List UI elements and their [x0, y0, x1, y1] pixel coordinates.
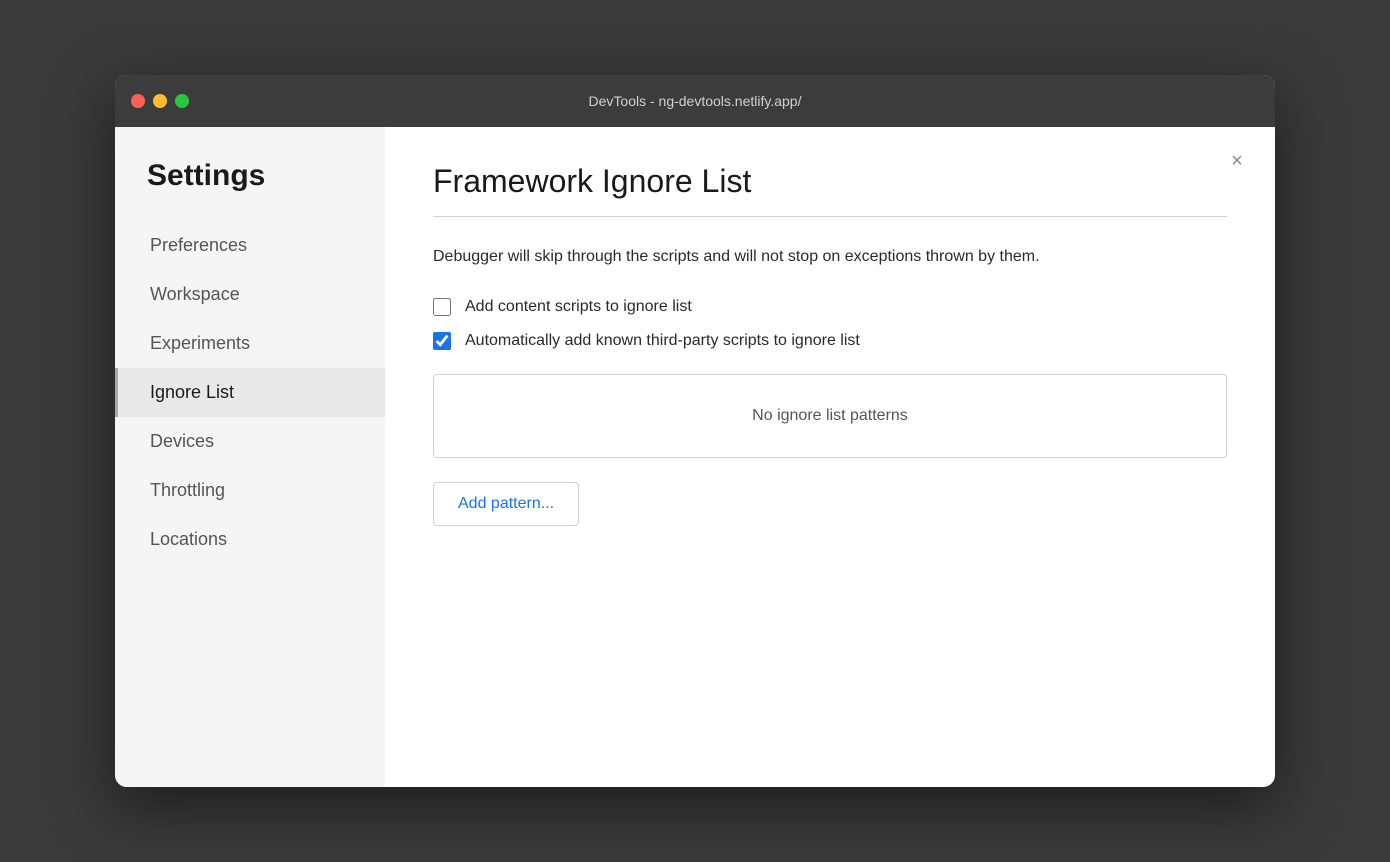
titlebar: DevTools - ng-devtools.netlify.app/: [115, 75, 1275, 127]
sidebar-item-workspace[interactable]: Workspace: [115, 270, 385, 319]
sidebar-item-label-devices: Devices: [150, 431, 214, 451]
sidebar-item-throttling[interactable]: Throttling: [115, 466, 385, 515]
content-scripts-checkbox[interactable]: [433, 298, 451, 316]
add-pattern-button[interactable]: Add pattern...: [433, 482, 579, 526]
traffic-lights: [131, 94, 189, 108]
main-content: × Framework Ignore List Debugger will sk…: [385, 127, 1275, 787]
minimize-traffic-light[interactable]: [153, 94, 167, 108]
close-traffic-light[interactable]: [131, 94, 145, 108]
sidebar-item-label-preferences: Preferences: [150, 235, 247, 255]
sidebar-heading: Settings: [115, 159, 385, 221]
sidebar-item-devices[interactable]: Devices: [115, 417, 385, 466]
sidebar-item-preferences[interactable]: Preferences: [115, 221, 385, 270]
sidebar: Settings Preferences Workspace Experimen…: [115, 127, 385, 787]
sidebar-item-label-experiments: Experiments: [150, 333, 250, 353]
content-area: Settings Preferences Workspace Experimen…: [115, 127, 1275, 787]
checkbox-row-third-party: Automatically add known third-party scri…: [433, 332, 1227, 350]
sidebar-item-ignore-list[interactable]: Ignore List: [115, 368, 385, 417]
sidebar-item-label-locations: Locations: [150, 529, 227, 549]
app-window: DevTools - ng-devtools.netlify.app/ Sett…: [115, 75, 1275, 787]
section-divider: [433, 216, 1227, 217]
maximize-traffic-light[interactable]: [175, 94, 189, 108]
sidebar-item-label-throttling: Throttling: [150, 480, 225, 500]
checkbox-row-content-scripts: Add content scripts to ignore list: [433, 298, 1227, 316]
third-party-checkbox[interactable]: [433, 332, 451, 350]
sidebar-item-label-workspace: Workspace: [150, 284, 240, 304]
sidebar-item-label-ignore-list: Ignore List: [150, 382, 234, 402]
third-party-label[interactable]: Automatically add known third-party scri…: [465, 332, 860, 350]
ignore-list-placeholder: No ignore list patterns: [752, 407, 908, 424]
content-scripts-label[interactable]: Add content scripts to ignore list: [465, 298, 692, 316]
ignore-list-box: No ignore list patterns: [433, 374, 1227, 458]
titlebar-title: DevTools - ng-devtools.netlify.app/: [589, 93, 802, 109]
sidebar-item-experiments[interactable]: Experiments: [115, 319, 385, 368]
section-description: Debugger will skip through the scripts a…: [433, 245, 1153, 270]
section-title: Framework Ignore List: [433, 163, 1227, 200]
close-button[interactable]: ×: [1223, 147, 1251, 175]
sidebar-item-locations[interactable]: Locations: [115, 515, 385, 564]
